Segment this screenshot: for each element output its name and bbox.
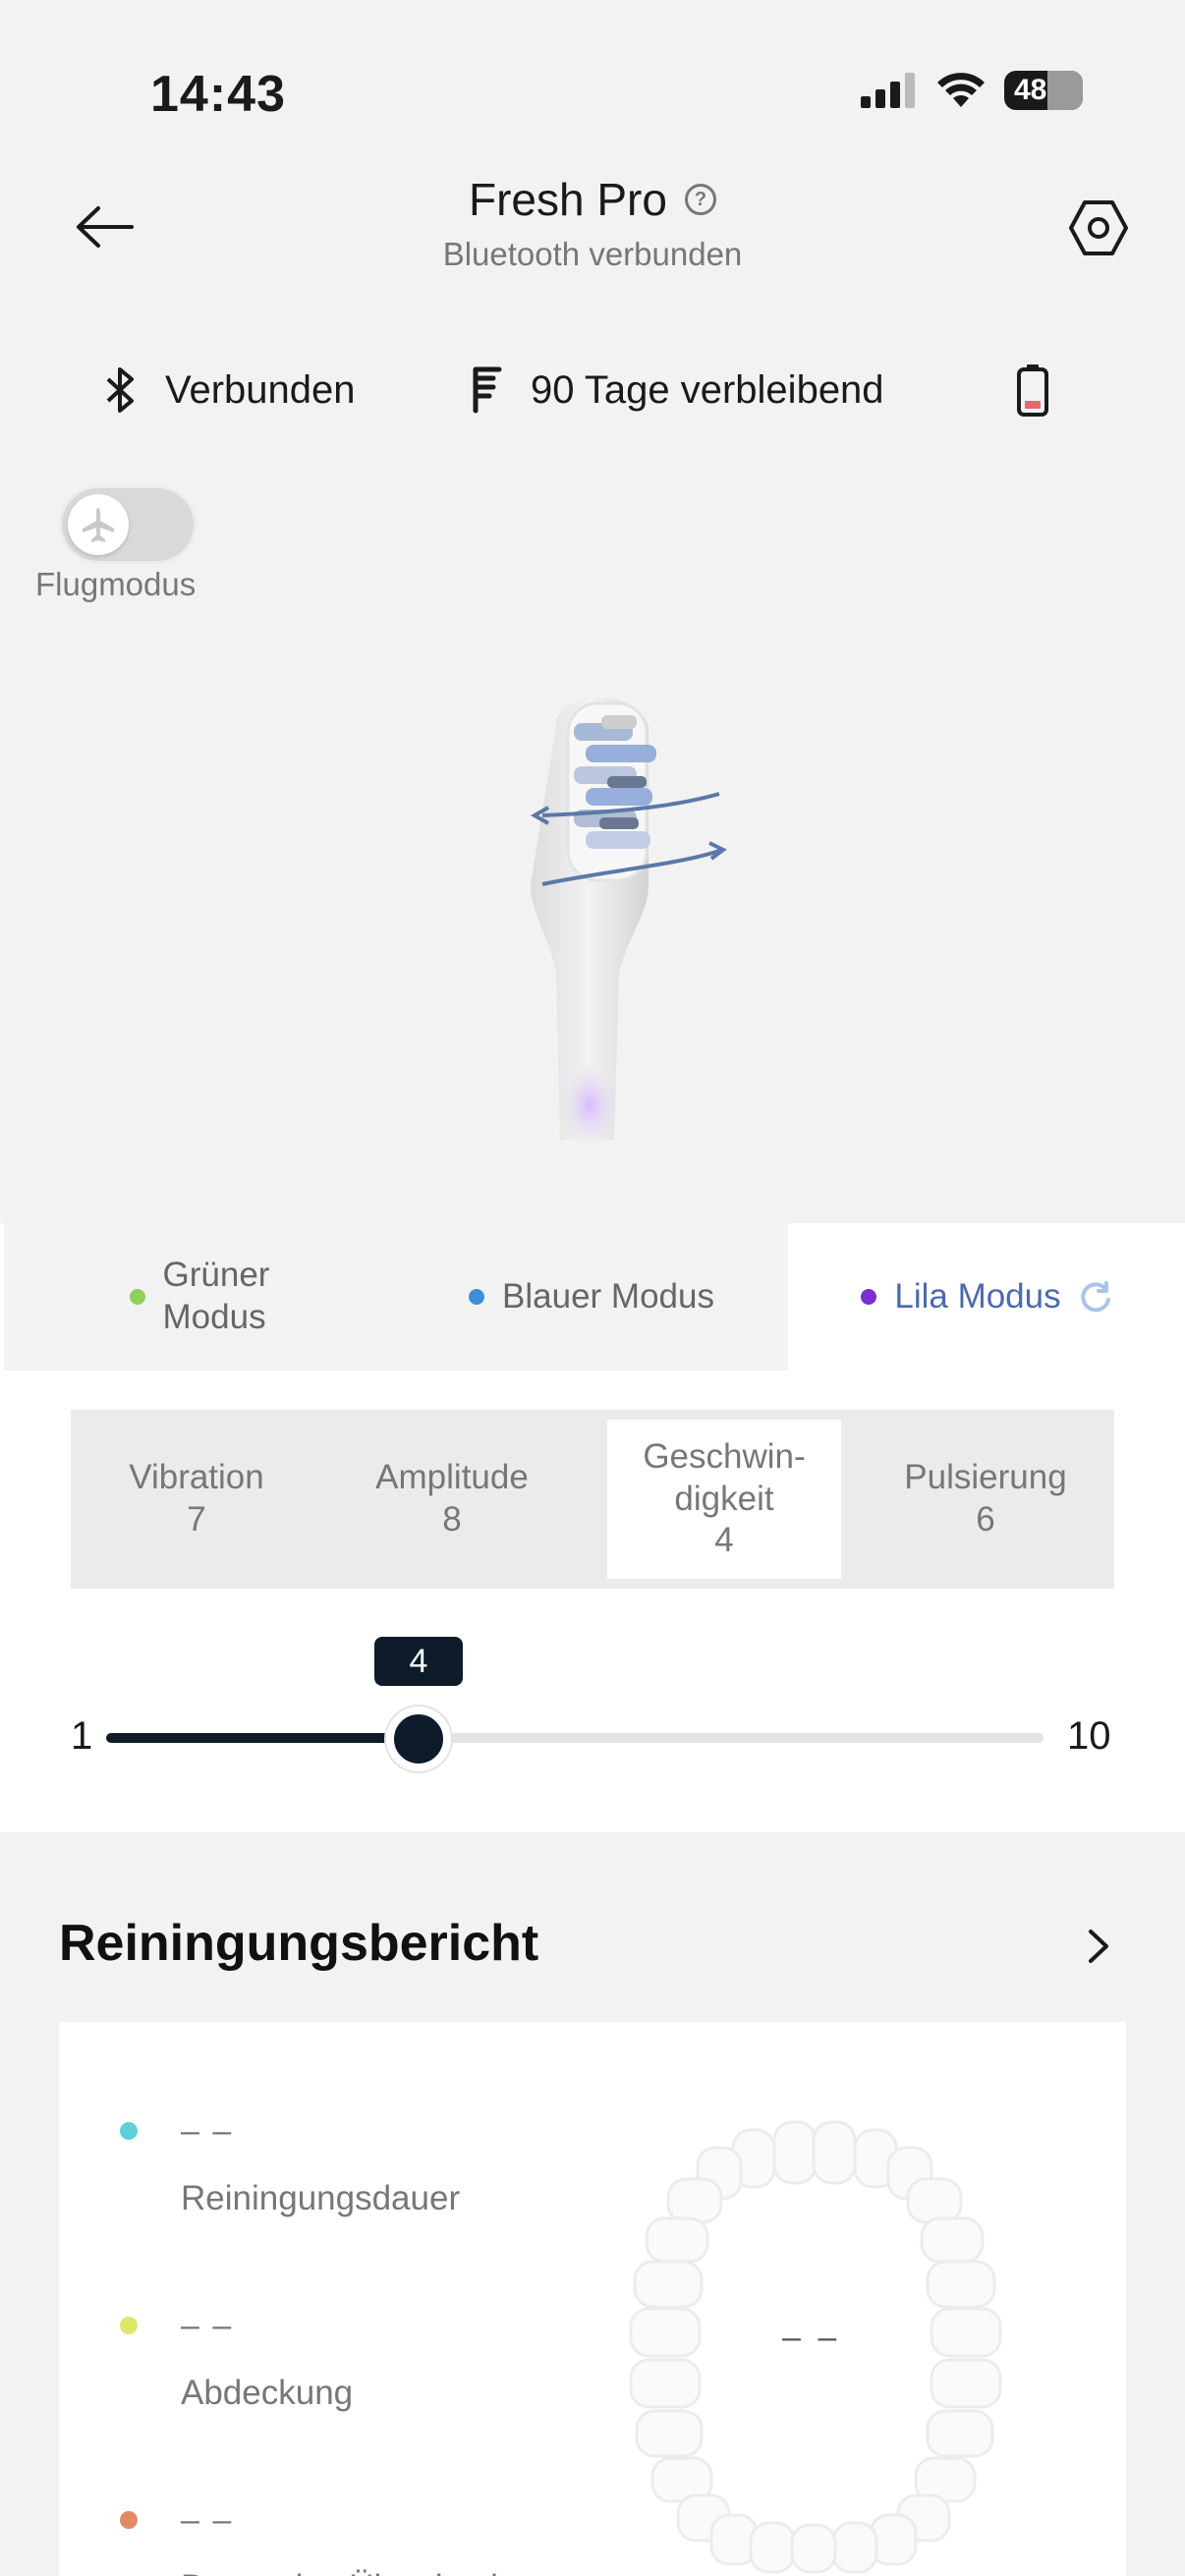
battery-indicator: 48 [1004, 71, 1083, 110]
metric-label: Reiningungsdauer [181, 2179, 461, 2217]
status-time: 14:43 [150, 66, 286, 123]
airplane-icon [83, 508, 114, 542]
mode-tab-label: Blauer Modus [502, 1277, 714, 1316]
device-info-row: Verbunden 90 Tage verbleibend [0, 356, 1185, 424]
device-battery-icon [1017, 364, 1048, 417]
param-tab-pulsation[interactable]: Pulsierung 6 [857, 1410, 1114, 1589]
bluetooth-icon [106, 367, 134, 413]
status-icons: 48 [861, 71, 1083, 110]
report-title[interactable]: Reiningungsbericht [59, 1914, 538, 1973]
blue-mode-dot [469, 1289, 485, 1305]
param-tab-speed[interactable]: Geschwin- digkeit 4 [607, 1420, 841, 1579]
question-circle-icon[interactable]: ? [684, 184, 716, 215]
metric-dot [120, 2317, 138, 2334]
flight-mode-label: Flugmodus [35, 566, 197, 602]
slider-max-label: 10 [1067, 1714, 1111, 1758]
connection-subtitle: Bluetooth verbunden [442, 236, 743, 272]
slider-track-fill [106, 1733, 419, 1743]
slider-min-label: 1 [71, 1714, 93, 1758]
metric-label: Dauer des Überdrucks [181, 2568, 525, 2576]
metric-label: Abdeckung [181, 2374, 354, 2412]
param-value: 7 [187, 1500, 206, 1539]
slider-value-tooltip: 4 [374, 1637, 463, 1686]
param-label: Pulsierung [904, 1458, 1067, 1497]
mode-tab-label: Lila Modus [894, 1277, 1061, 1316]
lifetime-label: 90 Tage verbleibend [531, 367, 884, 412]
param-label: Amplitude [375, 1458, 529, 1497]
parameter-tabs: Vibration 7 Amplitude 8 Geschwin- digkei… [71, 1410, 1114, 1589]
param-value: 8 [442, 1500, 462, 1539]
mode-tab-green[interactable]: Grüner Modus [4, 1223, 395, 1371]
page-title: Fresh Pro ? [469, 173, 716, 226]
green-mode-dot [129, 1289, 145, 1305]
toggle-knob [68, 494, 129, 555]
wifi-icon [937, 73, 985, 107]
purple-mode-dot [861, 1289, 877, 1305]
metric-value: – – [181, 2501, 234, 2539]
mode-tab-bar: Grüner Modus Blauer Modus Lila Modus [0, 1223, 1185, 1371]
connection-status: Verbunden [104, 356, 356, 424]
param-label: Vibration [129, 1458, 264, 1497]
mode-settings-panel: Vibration 7 Amplitude 8 Geschwin- digkei… [0, 1371, 1185, 1832]
device-name: Fresh Pro [469, 174, 667, 225]
metric-value: – – [181, 2112, 234, 2150]
flight-mode-toggle[interactable] [59, 485, 197, 564]
param-label: Geschwin- digkeit [643, 1436, 806, 1518]
param-tab-amplitude[interactable]: Amplitude 8 [322, 1410, 582, 1589]
metric-value: – – [181, 2307, 234, 2344]
teeth-center-value: – – [782, 2319, 841, 2356]
mode-tab-blue[interactable]: Blauer Modus [395, 1223, 788, 1371]
settings-hexagon-icon[interactable] [1067, 196, 1130, 259]
mode-tab-label: Grüner Modus [162, 1256, 270, 1336]
param-value: 6 [976, 1500, 995, 1539]
metric-dot [120, 2122, 138, 2140]
reset-icon[interactable] [1079, 1280, 1112, 1314]
param-value: 4 [714, 1521, 734, 1560]
cellular-signal-icon [861, 73, 915, 108]
mode-tab-purple[interactable]: Lila Modus [788, 1223, 1185, 1371]
connection-label: Verbunden [165, 367, 356, 412]
slider-thumb[interactable] [386, 1707, 451, 1771]
brush-head-icon [473, 366, 502, 414]
chevron-right-icon[interactable] [1079, 1922, 1118, 1971]
param-tab-vibration[interactable]: Vibration 7 [71, 1410, 322, 1589]
metric-dot [120, 2511, 138, 2529]
toothbrush-head-illustration [530, 698, 727, 1149]
header: Fresh Pro ? Bluetooth verbunden [0, 173, 1185, 273]
brush-head-lifetime: 90 Tage verbleibend [470, 356, 884, 424]
